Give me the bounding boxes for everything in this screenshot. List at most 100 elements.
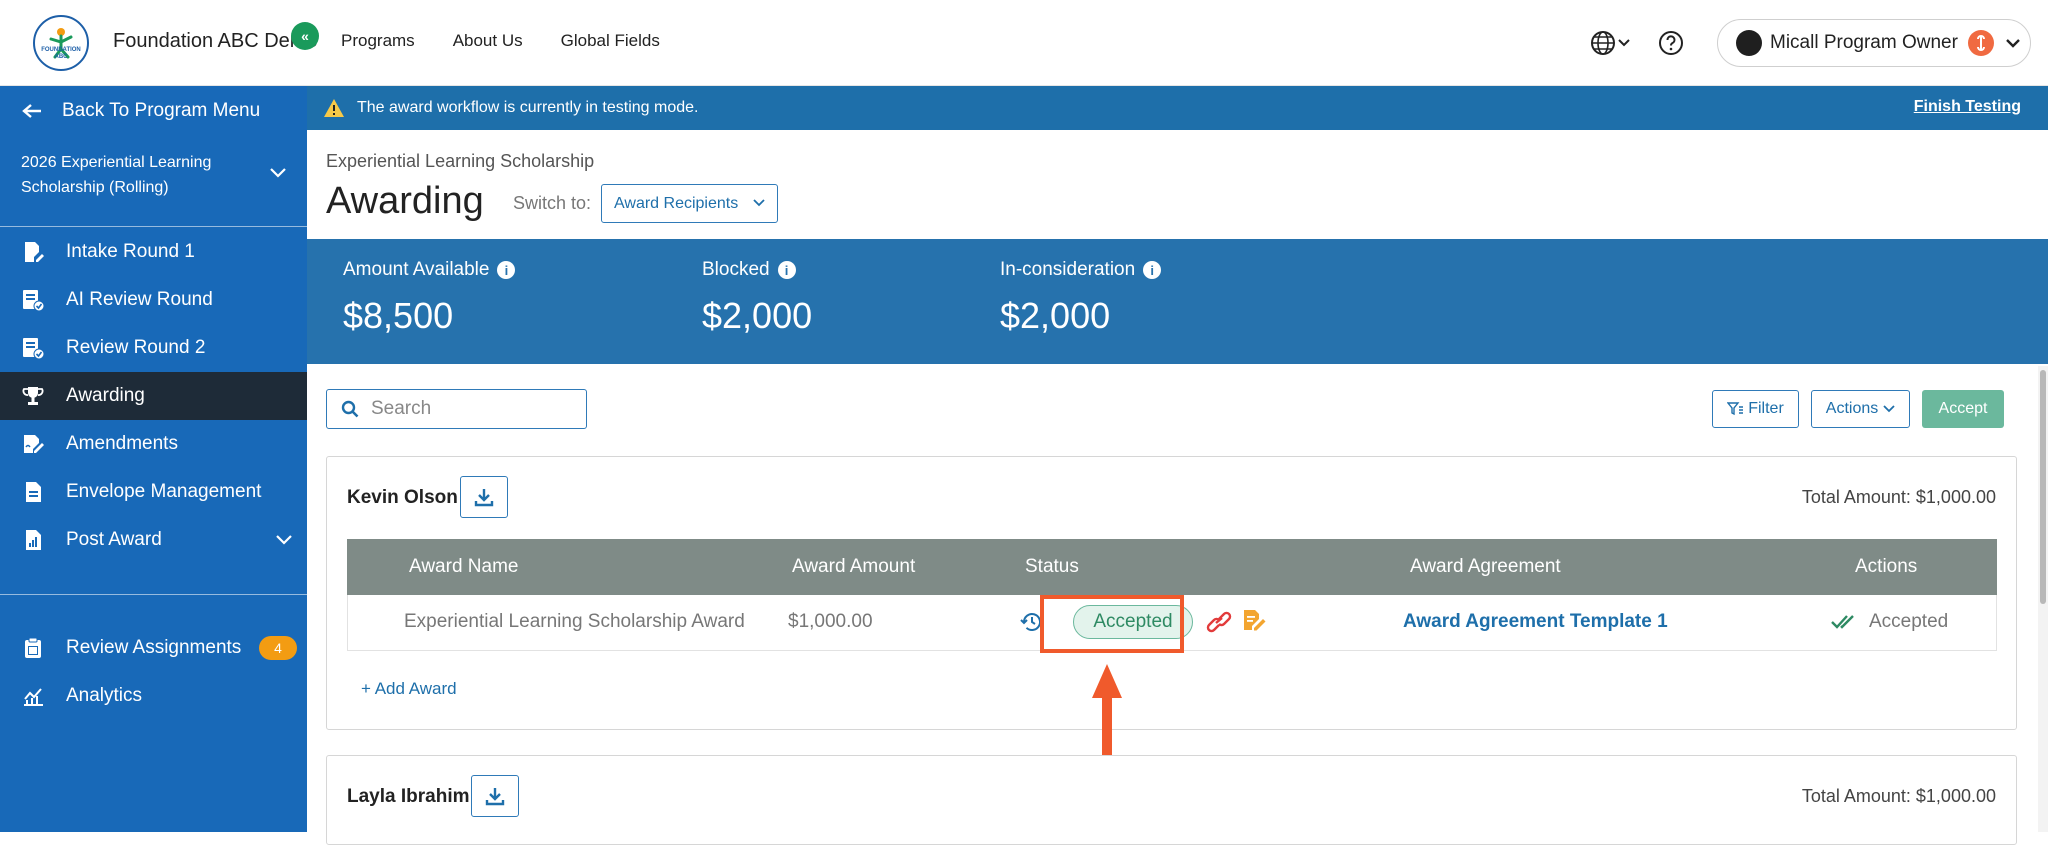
chevron-down-icon <box>753 199 765 207</box>
column-header-award-name: Award Name <box>409 556 519 577</box>
arrow-up-icon <box>1092 664 1122 766</box>
info-icon[interactable]: i <box>777 261 796 279</box>
sidebar-item-awarding[interactable]: Awarding <box>0 372 307 420</box>
chevron-down-icon <box>1618 39 1630 47</box>
search-placeholder: Search <box>371 398 432 419</box>
info-icon[interactable]: i <box>497 261 516 279</box>
trophy-icon <box>22 385 44 407</box>
sidebar-item-label: Analytics <box>66 685 143 706</box>
top-nav: Programs About Us Global Fields <box>341 31 698 51</box>
stat-label: Blocked <box>702 259 770 280</box>
sidebar-item-intake-round-1[interactable]: Intake Round 1 <box>0 228 307 276</box>
globe-icon <box>1591 31 1615 55</box>
checklist-icon <box>22 337 44 359</box>
awards-table-header: Award Name Award Amount Status Award Agr… <box>347 539 1997 595</box>
double-check-icon <box>1831 615 1854 629</box>
sidebar-item-amendments[interactable]: Amendments <box>0 420 307 468</box>
foundation-logo[interactable]: FOUNDATION ABC <box>33 15 89 71</box>
nav-about-us[interactable]: About Us <box>453 31 523 51</box>
count-badge: 4 <box>259 636 297 660</box>
chevron-down-icon <box>276 535 292 545</box>
help-icon[interactable] <box>1658 30 1684 56</box>
download-button[interactable] <box>460 476 508 518</box>
sidebar-item-post-award[interactable]: Post Award <box>0 516 307 564</box>
column-header-award-agreement: Award Agreement <box>1410 556 1561 577</box>
document-edit-icon <box>22 241 44 263</box>
search-input[interactable]: Search <box>326 389 587 429</box>
sidebar-item-label: Awarding <box>66 385 145 406</box>
report-icon <box>22 529 44 551</box>
sidebar-item-label: Envelope Management <box>66 481 262 502</box>
edit-document-icon[interactable] <box>1241 608 1267 634</box>
sidebar-divider <box>0 226 307 227</box>
program-selector[interactable]: 2026 Experiential Learning Scholarship (… <box>21 150 251 200</box>
stat-value: $2,000 <box>702 295 813 336</box>
total-amount: Total Amount: $1,000.00 <box>1801 786 1996 806</box>
award-agreement-link[interactable]: Award Agreement Template 1 <box>1403 611 1668 633</box>
back-label: Back To Program Menu <box>62 100 261 121</box>
stat-value: $8,500 <box>343 295 454 336</box>
clipboard-icon <box>22 637 44 659</box>
unlink-icon[interactable] <box>1206 610 1232 634</box>
sidebar-item-analytics[interactable]: Analytics <box>0 672 307 720</box>
stat-blocked: Blocked i $2,000 <box>702 259 812 337</box>
collapse-sidebar-button[interactable]: « <box>291 22 319 50</box>
switch-to-select[interactable]: Award Recipients <box>601 184 778 223</box>
sidebar-item-label: Review Assignments <box>66 637 242 658</box>
download-button[interactable] <box>471 775 519 817</box>
sidebar-item-review-round-2[interactable]: Review Round 2 <box>0 324 307 372</box>
stat-in-consideration: In-consideration i $2,000 <box>1000 259 1162 337</box>
total-amount: Total Amount: $1,000.00 <box>1801 487 1996 507</box>
stat-label: Amount Available <box>343 259 490 280</box>
checklist-icon <box>22 289 44 311</box>
back-to-program-menu[interactable]: Back To Program Menu <box>22 100 260 122</box>
stat-value: $2,000 <box>1000 295 1111 336</box>
user-name: Micall Program Owner <box>1770 32 1958 53</box>
banner-message: The award workflow is currently in testi… <box>357 99 699 116</box>
column-header-status: Status <box>1025 556 1079 577</box>
user-menu[interactable]: Micall Program Owner <box>1717 19 2031 67</box>
actions-label: Actions <box>1825 400 1879 417</box>
avatar <box>1736 30 1762 56</box>
sidebar: Back To Program Menu 2026 Experiential L… <box>0 86 307 832</box>
sidebar-item-label: Intake Round 1 <box>66 241 195 262</box>
download-icon <box>485 788 505 806</box>
nav-programs[interactable]: Programs <box>341 31 415 51</box>
logo-text: FOUNDATION ABC <box>41 47 81 60</box>
link-icon <box>1967 30 1994 56</box>
switch-to-label: Switch to: <box>513 193 592 213</box>
scrollbar-thumb[interactable] <box>2040 370 2046 604</box>
column-header-actions: Actions <box>1855 556 1918 577</box>
highlight-box <box>1040 595 1184 653</box>
add-award-link[interactable]: + Add Award <box>361 679 457 699</box>
chart-icon <box>22 685 44 707</box>
language-selector[interactable] <box>1590 28 1634 58</box>
recipient-name: Layla Ibrahim <box>347 786 470 807</box>
page-title: Awarding <box>326 180 484 222</box>
switch-to-value: Award Recipients <box>614 194 739 212</box>
org-name[interactable]: Foundation ABC Demo <box>113 30 318 53</box>
breadcrumb[interactable]: Experiential Learning Scholarship <box>326 151 594 172</box>
filter-icon <box>1727 402 1744 416</box>
sidebar-item-label: Amendments <box>66 433 178 454</box>
chevron-down-icon <box>1883 405 1895 413</box>
download-icon <box>474 489 494 507</box>
info-icon[interactable]: i <box>1143 261 1162 279</box>
accept-button[interactable]: Accept <box>1922 390 2004 428</box>
action-status-text: Accepted <box>1869 611 1949 632</box>
award-amount-cell: $1,000.00 <box>788 611 873 632</box>
signature-icon <box>22 433 44 455</box>
sidebar-item-ai-review-round[interactable]: AI Review Round <box>0 276 307 324</box>
sidebar-item-review-assignments[interactable]: Review Assignments 4 <box>0 624 307 672</box>
actions-dropdown[interactable]: Actions <box>1811 390 1910 428</box>
sidebar-item-label: Review Round 2 <box>66 337 206 358</box>
finish-testing-link[interactable]: Finish Testing <box>1914 98 2021 116</box>
nav-global-fields[interactable]: Global Fields <box>561 31 660 51</box>
sidebar-item-label: AI Review Round <box>66 289 213 310</box>
sidebar-item-envelope-management[interactable]: Envelope Management <box>0 468 307 516</box>
chevron-down-icon[interactable] <box>270 168 286 178</box>
award-stats-bar: Amount Available i $8,500 Blocked i $2,000… <box>307 239 2048 364</box>
filter-button[interactable]: Filter <box>1712 390 1799 428</box>
recipient-card: Kevin Olson Total Amount: $1,000.00 Awar… <box>326 456 2017 730</box>
document-icon <box>22 481 44 503</box>
